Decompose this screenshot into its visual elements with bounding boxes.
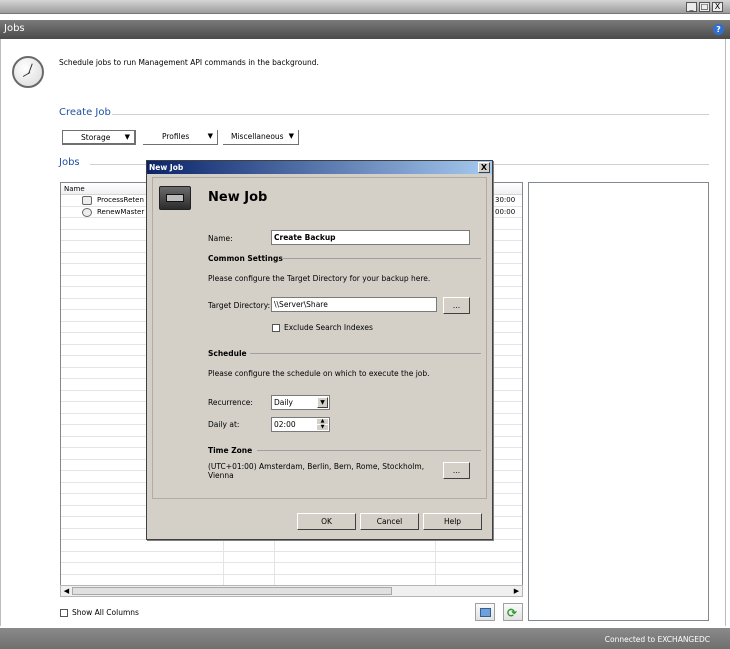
close-button[interactable]: X	[712, 2, 723, 12]
maximize-button[interactable]: □	[699, 2, 710, 12]
cancel-button[interactable]: Cancel	[360, 513, 419, 530]
exclude-search-indexes-label: Exclude Search Indexes	[284, 323, 373, 332]
schedule-header: Schedule	[208, 349, 247, 358]
browse-button[interactable]: ...	[443, 297, 470, 314]
dialog-close-button[interactable]: X	[478, 162, 490, 173]
target-directory-field[interactable]: \\Server\Share	[271, 297, 437, 312]
daily-at-value: 02:00	[274, 420, 296, 429]
table-row	[61, 552, 522, 563]
common-settings-description: Please configure the Target Directory fo…	[208, 274, 431, 283]
profiles-dropdown[interactable]: Profiles ▼	[143, 130, 218, 145]
export-icon	[480, 608, 491, 617]
ok-button[interactable]: OK	[297, 513, 356, 530]
details-panel	[528, 182, 709, 621]
refresh-icon: ⟳	[507, 606, 518, 620]
table-row	[61, 563, 522, 575]
recurrence-select[interactable]: Daily ▼	[271, 395, 330, 410]
scroll-right-icon[interactable]: ▶	[511, 586, 522, 596]
name-field[interactable]: Create Backup	[271, 230, 470, 245]
horizontal-scrollbar[interactable]: ◀ ▶	[60, 585, 523, 597]
stepper-down-icon[interactable]: ▼	[317, 425, 328, 430]
job-name: RenewMaster	[97, 207, 145, 216]
export-button[interactable]	[475, 603, 495, 621]
exclude-search-indexes[interactable]: Exclude Search Indexes	[272, 323, 373, 332]
page-title: Jobs	[4, 23, 25, 34]
job-time: 30:00	[495, 196, 516, 204]
job-name: ProcessReten	[97, 196, 144, 204]
section-divider	[112, 114, 709, 115]
storage-label: Storage	[81, 133, 111, 142]
storage-dropdown[interactable]: Storage ▼	[62, 130, 136, 145]
miscellaneous-label: Miscellaneous	[231, 132, 284, 141]
clock-icon	[12, 56, 44, 88]
time-zone-browse-button[interactable]: ...	[443, 462, 470, 479]
common-settings-header: Common Settings	[208, 254, 283, 263]
scroll-left-icon[interactable]: ◀	[61, 586, 72, 596]
section-divider	[283, 258, 481, 259]
daily-at-label: Daily at:	[208, 420, 240, 429]
section-divider	[257, 450, 481, 451]
scroll-thumb[interactable]	[72, 587, 392, 595]
chevron-down-icon: ▼	[288, 132, 294, 140]
minimize-button[interactable]: _	[686, 2, 697, 12]
clock-icon	[82, 207, 92, 217]
tape-icon	[159, 186, 191, 210]
section-divider	[250, 353, 481, 354]
column-header-name[interactable]: Name	[64, 185, 85, 193]
jobs-title: Jobs	[59, 157, 80, 168]
chevron-down-icon: ▼	[124, 133, 130, 141]
show-all-columns-checkbox[interactable]	[60, 609, 68, 617]
time-zone-value: (UTC+01:00) Amsterdam, Berlin, Bern, Rom…	[208, 462, 425, 480]
help-icon[interactable]: ?	[713, 24, 724, 35]
time-zone-header: Time Zone	[208, 446, 253, 455]
job-time: 00:00	[495, 207, 516, 216]
refresh-button[interactable]: ⟳	[503, 603, 523, 621]
target-directory-label: Target Directory:	[208, 301, 271, 310]
recurrence-value: Daily	[274, 398, 293, 407]
script-icon	[82, 196, 92, 205]
new-job-dialog: New Job X New Job Name: Create Backup Co…	[146, 160, 493, 540]
table-row	[61, 540, 522, 552]
help-button[interactable]: Help	[423, 513, 482, 530]
status-text: Connected to EXCHANGEDC	[604, 635, 710, 644]
schedule-description: Please configure the schedule on which t…	[208, 369, 430, 378]
status-bar: Connected to EXCHANGEDC	[0, 628, 730, 649]
dialog-titlebar[interactable]: New Job X	[147, 161, 492, 174]
dialog-heading: New Job	[208, 190, 268, 205]
intro-text: Schedule jobs to run Management API comm…	[59, 58, 319, 67]
chevron-down-icon: ▼	[207, 132, 213, 140]
show-all-columns-label: Show All Columns	[72, 608, 139, 617]
miscellaneous-dropdown[interactable]: Miscellaneous ▼	[223, 130, 299, 145]
window-titlebar: _ □ X	[0, 0, 730, 14]
show-all-columns[interactable]: Show All Columns	[60, 608, 139, 617]
chevron-down-icon[interactable]: ▼	[317, 397, 328, 408]
create-job-title: Create Job	[59, 107, 111, 118]
page-header: Jobs ?	[0, 20, 730, 39]
recurrence-label: Recurrence:	[208, 398, 253, 407]
name-label: Name:	[208, 234, 233, 243]
daily-at-stepper[interactable]: 02:00 ▲ ▼	[271, 417, 330, 432]
exclude-search-indexes-checkbox[interactable]	[272, 324, 280, 332]
profiles-label: Profiles	[162, 132, 190, 141]
dialog-title: New Job	[149, 163, 184, 172]
